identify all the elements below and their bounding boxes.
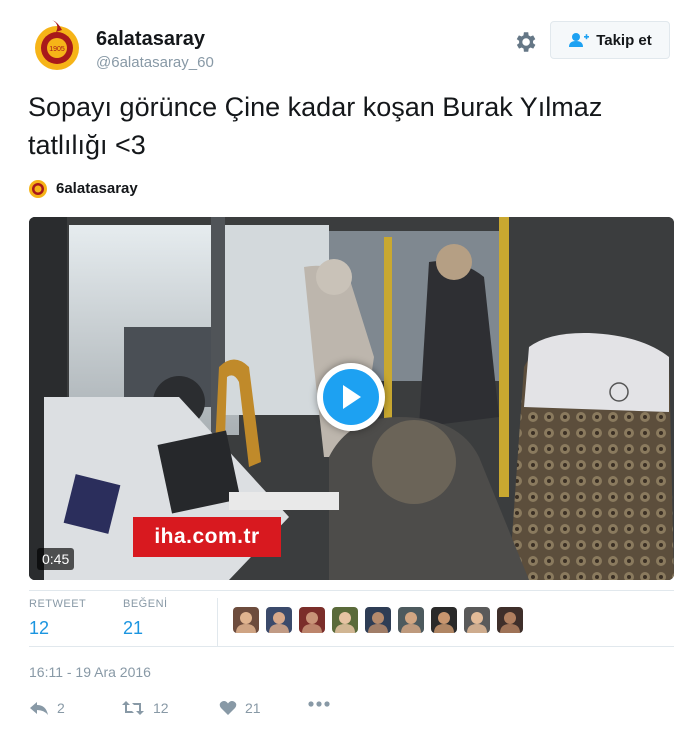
retweet-action-count: 12 <box>153 700 169 716</box>
follow-label: Takip et <box>596 31 652 49</box>
liker-avatar[interactable] <box>299 607 325 633</box>
liker-avatar[interactable] <box>332 607 358 633</box>
watermark: iha.com.tr <box>133 517 281 557</box>
reply-count: 2 <box>57 700 65 716</box>
gear-icon[interactable] <box>512 29 538 55</box>
logo-year: 1905 <box>49 46 65 53</box>
user-handle[interactable]: @6alatasaray_60 <box>96 54 214 71</box>
liker-avatar[interactable] <box>398 607 424 633</box>
reply-icon <box>30 702 48 715</box>
like-button[interactable]: 21 <box>219 700 261 716</box>
like-stat[interactable]: BEĞENİ 21 <box>123 598 168 639</box>
avatar-image <box>266 607 292 633</box>
liker-avatar[interactable] <box>365 607 391 633</box>
attribution-name: 6alatasaray <box>56 179 138 197</box>
liker-avatar[interactable] <box>431 607 457 633</box>
play-button[interactable] <box>317 363 385 431</box>
reply-button[interactable]: 2 <box>29 700 65 716</box>
like-stat-value: 21 <box>123 618 144 638</box>
galatasaray-logo[interactable]: 1905 <box>32 18 82 72</box>
like-stat-label: BEĞENİ <box>123 598 168 610</box>
tweet-timestamp[interactable]: 16:11 - 19 Ara 2016 <box>29 664 151 680</box>
avatar-image <box>233 607 259 633</box>
liker-avatar[interactable] <box>497 607 523 633</box>
retweet-icon <box>122 701 144 715</box>
avatar-image <box>431 607 457 633</box>
retweet-button[interactable]: 12 <box>121 700 169 716</box>
media-attribution[interactable]: 6alatasaray <box>28 174 138 202</box>
liker-avatar[interactable] <box>233 607 259 633</box>
divider-top <box>29 590 674 591</box>
more-icon <box>308 701 330 707</box>
retweet-stat-value: 12 <box>29 618 50 638</box>
video-duration: 0:45 <box>37 548 75 570</box>
avatar-image <box>332 607 358 633</box>
add-user-icon <box>569 33 590 47</box>
liker-avatar[interactable] <box>464 607 490 633</box>
divider-bottom <box>29 646 674 647</box>
like-action-count: 21 <box>245 700 261 716</box>
liker-avatars <box>233 607 523 633</box>
retweet-stat-label: RETWEET <box>29 598 87 610</box>
video-player[interactable]: iha.com.tr 0:45 <box>29 217 674 580</box>
user-name[interactable]: 6alatasaray <box>96 28 205 51</box>
galatasaray-small-logo <box>29 180 47 198</box>
avatar-image <box>365 607 391 633</box>
tweet-header: 1905 6alatasaray @6alatasaray_60 Takip e… <box>30 16 676 80</box>
follow-button[interactable]: Takip et <box>550 21 670 59</box>
retweet-stat[interactable]: RETWEET 12 <box>29 598 86 639</box>
more-button[interactable] <box>307 700 331 708</box>
heart-icon <box>219 701 237 715</box>
stats-separator <box>217 598 218 646</box>
avatar-image <box>464 607 490 633</box>
play-icon <box>343 385 361 409</box>
avatar-image <box>299 607 325 633</box>
liker-avatar[interactable] <box>266 607 292 633</box>
tweet-text: Sopayı görünce Çine kadar koşan Burak Yı… <box>28 92 603 160</box>
avatar-image <box>398 607 424 633</box>
avatar-image <box>497 607 523 633</box>
